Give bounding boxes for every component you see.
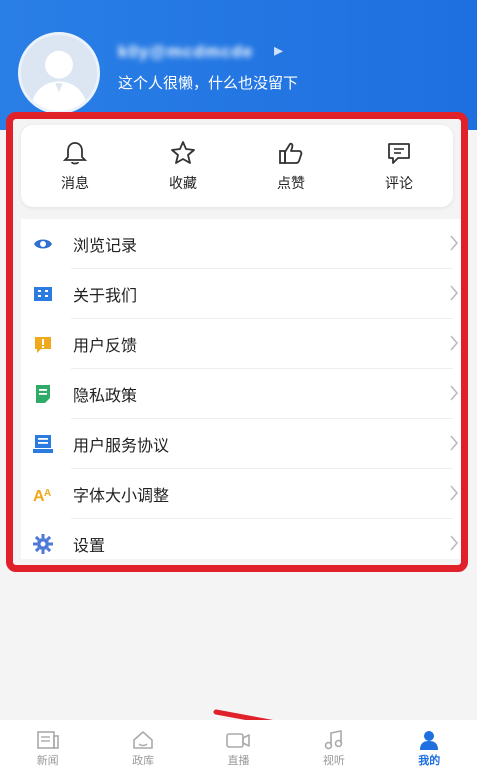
nav-tab-media[interactable]: 视听 [299,730,369,768]
nav-tab-mine[interactable]: 我的 [394,730,464,768]
quick-action-likes[interactable]: 点赞 [251,139,331,193]
menu-item-label: 用户服务协议 [73,438,170,455]
chevron-right-icon [450,535,459,551]
profile-header: k0y@mcdmcde ▸ 这个人很懒，什么也没留下 [0,0,477,130]
quick-action-comments[interactable]: 评论 [359,139,439,193]
quick-action-label: 收藏 [169,175,197,191]
profile-icon [420,731,439,750]
nav-label: 直播 [227,755,250,767]
menu-item-font-size[interactable]: A A 字体大小调整 [21,469,461,519]
chevron-right-icon [450,285,459,301]
menu-item-service-agreement[interactable]: 用户服务协议 [21,419,461,469]
quick-action-label: 消息 [61,175,89,191]
quick-action-label: 点赞 [277,175,305,191]
nav-tab-news[interactable]: 新闻 [13,730,83,768]
menu-item-about-us[interactable]: 关于我们 [21,269,461,319]
quick-action-favorites[interactable]: 收藏 [143,139,223,193]
music-icon [324,730,343,750]
quick-action-messages[interactable]: 消息 [35,139,115,193]
home-icon [133,731,153,749]
video-icon [226,733,251,748]
menu-item-label: 设置 [73,538,106,555]
document-icon [36,385,50,403]
nav-tab-live[interactable]: 直播 [203,730,273,768]
avatar[interactable] [18,32,100,114]
chevron-right-icon [450,335,459,351]
menu-item-privacy-policy[interactable]: 隐私政策 [21,369,461,419]
chevron-right-icon [450,435,459,451]
menu-item-label: 浏览记录 [73,238,138,255]
chevron-right-icon [450,385,459,401]
chevron-right-icon [450,485,459,501]
feedback-icon [35,337,51,353]
menu-item-label: 关于我们 [73,288,138,305]
quick-action-label: 评论 [385,175,413,191]
thumbs-up-icon [279,142,303,164]
settings-menu: 浏览记录 关于我们 用户反馈 隐私政策 用户服务协议 A A 字体大小调整 设置 [21,219,461,559]
nav-label: 我的 [418,755,441,767]
bell-icon [62,142,88,165]
highlighted-menu-panel: 消息 收藏 点赞 评论 浏览记录 关于我们 用户反馈 隐私政策 用户服务协议 A… [6,112,468,572]
user-signature: 这个人很懒，什么也没留下 [118,75,299,92]
nav-tab-policy[interactable]: 政库 [108,730,178,768]
profile-chevron-icon[interactable]: ▸ [274,40,283,61]
nav-label: 政库 [132,755,155,767]
star-icon [171,141,195,164]
nav-label: 新闻 [36,755,59,767]
nav-label: 视听 [322,755,345,767]
quick-actions-bar: 消息 收藏 点赞 评论 [21,125,453,207]
bottom-navigation: 新闻 政库 直播 视听 我的 [0,720,477,770]
menu-item-browsing-history[interactable]: 浏览记录 [21,219,461,269]
default-avatar-icon [30,50,88,111]
chevron-right-icon [450,235,459,251]
menu-item-label: 字体大小调整 [73,488,170,505]
font-size-icon: A A [33,488,51,504]
svg-text:A: A [44,488,51,499]
news-icon [36,731,59,749]
username[interactable]: k0y@mcdmcde [118,42,262,61]
comment-icon [388,143,410,164]
eye-icon [34,239,52,249]
menu-item-label: 用户反馈 [73,338,138,355]
gear-icon [33,534,53,554]
menu-item-label: 隐私政策 [73,388,138,405]
building-icon [34,287,52,301]
agreement-icon [33,435,53,453]
menu-item-settings[interactable]: 设置 [21,519,461,569]
menu-item-feedback[interactable]: 用户反馈 [21,319,461,369]
